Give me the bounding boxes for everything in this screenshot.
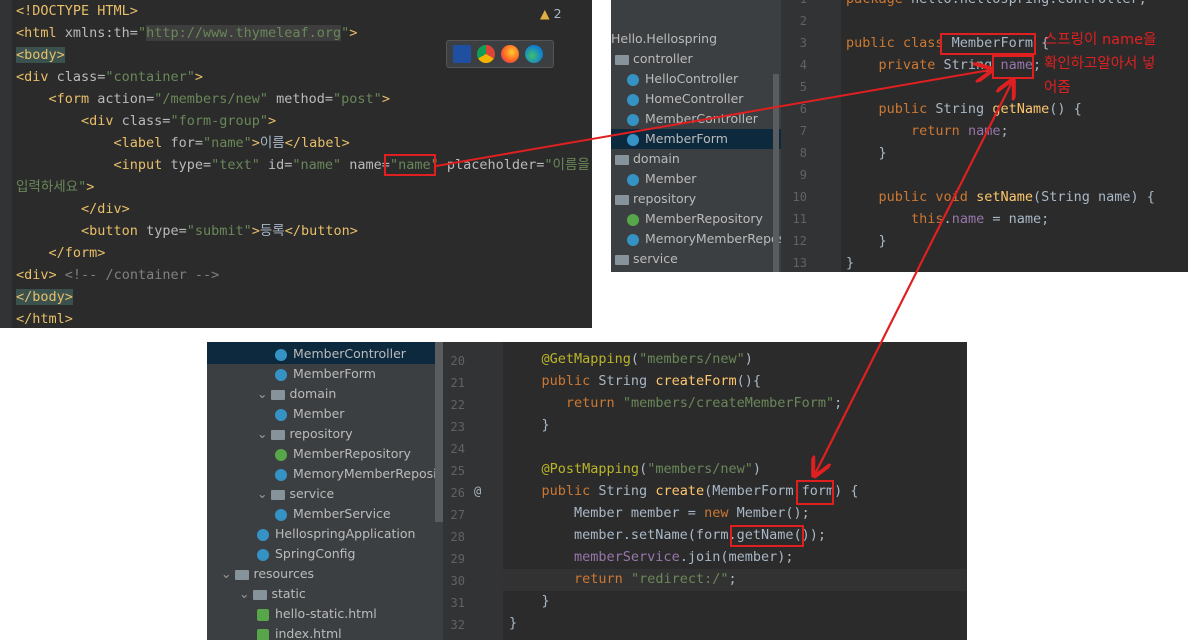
arrow-input-to-field	[435, 70, 990, 167]
arrow-form-to-field	[814, 82, 1012, 475]
annotation-arrows	[435, 0, 1188, 640]
